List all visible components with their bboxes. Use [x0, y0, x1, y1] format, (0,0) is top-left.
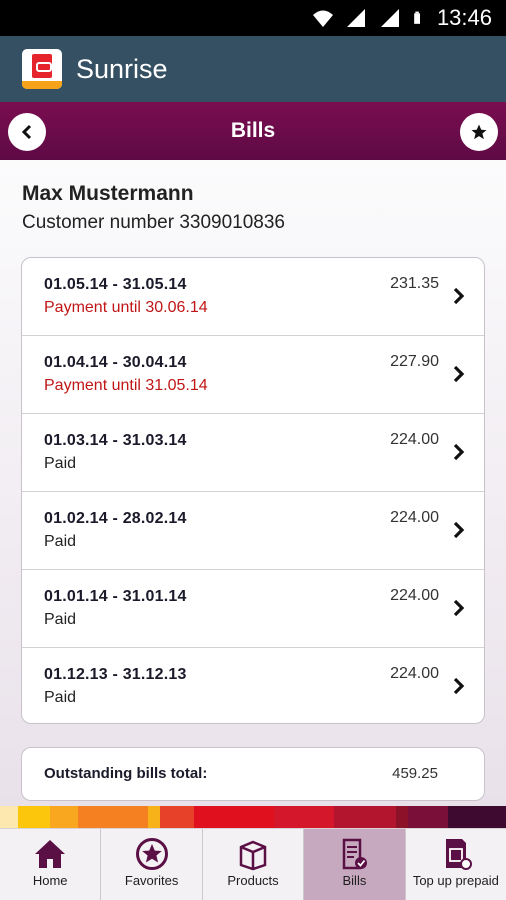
status-time: 13:46 [436, 5, 492, 30]
bill-status: Paid [44, 533, 77, 550]
bill-row[interactable]: 01.03.14 - 31.03.14 Paid 224.00 [22, 414, 484, 492]
bill-status: Paid [44, 611, 77, 628]
bill-status: Paid [44, 455, 77, 472]
box-icon [239, 840, 267, 871]
nav-label: Home [32, 873, 68, 888]
status-bar: 13:46 [0, 0, 506, 36]
bill-row[interactable]: 01.12.13 - 31.12.13 Paid 224.00 [22, 648, 484, 723]
bottom-navigation: Home Favorites Products Bills Top up pre… [0, 828, 506, 900]
wifi-icon [312, 10, 333, 27]
page-title: Bills [230, 119, 276, 142]
customer-number: Customer number 3309010836 [22, 212, 286, 233]
sim-card-icon [445, 839, 472, 870]
home-icon [35, 840, 66, 868]
star-icon [135, 838, 168, 870]
outstanding-total: Outstanding bills total: 459.25 [21, 747, 485, 801]
chevron-right-icon [453, 521, 465, 539]
battery-icon [414, 11, 420, 24]
bill-period: 01.02.14 - 28.02.14 [44, 510, 187, 527]
bill-period: 01.04.14 - 30.04.14 [44, 354, 187, 371]
nav-label: Products [227, 873, 279, 888]
chevron-left-icon [21, 124, 32, 140]
favorite-button[interactable] [460, 113, 498, 151]
bill-row[interactable]: 01.04.14 - 30.04.14 Payment until 31.05.… [22, 336, 484, 414]
bill-period: 01.01.14 - 31.01.14 [44, 588, 187, 605]
bill-icon [343, 838, 368, 870]
nav-label: Favorites [124, 873, 179, 888]
signal-icon [346, 9, 365, 27]
bill-status: Payment until 31.05.14 [44, 377, 208, 394]
customer-name: Max Mustermann [22, 182, 194, 205]
page-header: Bills [0, 102, 506, 160]
bill-amount: 227.90 [390, 353, 439, 370]
app-title: Sunrise [76, 53, 168, 84]
bill-period: 01.12.13 - 31.12.13 [44, 666, 187, 683]
nav-top-up-prepaid[interactable]: Top up prepaid [406, 829, 506, 900]
chevron-right-icon [453, 365, 465, 383]
outstanding-total-label: Outstanding bills total: [44, 765, 208, 782]
bill-period: 01.05.14 - 31.05.14 [44, 276, 187, 293]
chevron-right-icon [453, 443, 465, 461]
bill-amount: 224.00 [390, 665, 439, 682]
nav-label: Top up prepaid [412, 873, 499, 888]
brand-color-stripe [0, 806, 506, 828]
bills-list: 01.05.14 - 31.05.14 Payment until 30.06.… [21, 257, 485, 724]
bill-row[interactable]: 01.02.14 - 28.02.14 Paid 224.00 [22, 492, 484, 570]
bill-row[interactable]: 01.05.14 - 31.05.14 Payment until 30.06.… [22, 258, 484, 336]
app-logo-icon[interactable] [22, 49, 62, 89]
nav-favorites[interactable]: Favorites [101, 829, 203, 900]
signal-icon [380, 9, 399, 27]
chevron-right-icon [453, 287, 465, 305]
bill-amount: 231.35 [390, 275, 439, 292]
back-button[interactable] [8, 113, 46, 151]
nav-products[interactable]: Products [203, 829, 305, 900]
nav-bills[interactable]: Bills [304, 829, 406, 900]
chevron-right-icon [453, 677, 465, 695]
bill-period: 01.03.14 - 31.03.14 [44, 432, 187, 449]
bill-row[interactable]: 01.01.14 - 31.01.14 Paid 224.00 [22, 570, 484, 648]
bill-amount: 224.00 [390, 431, 439, 448]
bills-content: Max Mustermann Customer number 330901083… [0, 160, 506, 806]
chevron-right-icon [453, 599, 465, 617]
bill-amount: 224.00 [390, 509, 439, 526]
bill-status: Paid [44, 689, 77, 706]
bill-status: Payment until 30.06.14 [44, 299, 208, 316]
action-bar: Sunrise [0, 36, 506, 102]
nav-label: Bills [342, 873, 367, 888]
star-icon [471, 124, 487, 140]
bill-amount: 224.00 [390, 587, 439, 604]
nav-home[interactable]: Home [0, 829, 102, 900]
outstanding-total-value: 459.25 [392, 765, 438, 782]
